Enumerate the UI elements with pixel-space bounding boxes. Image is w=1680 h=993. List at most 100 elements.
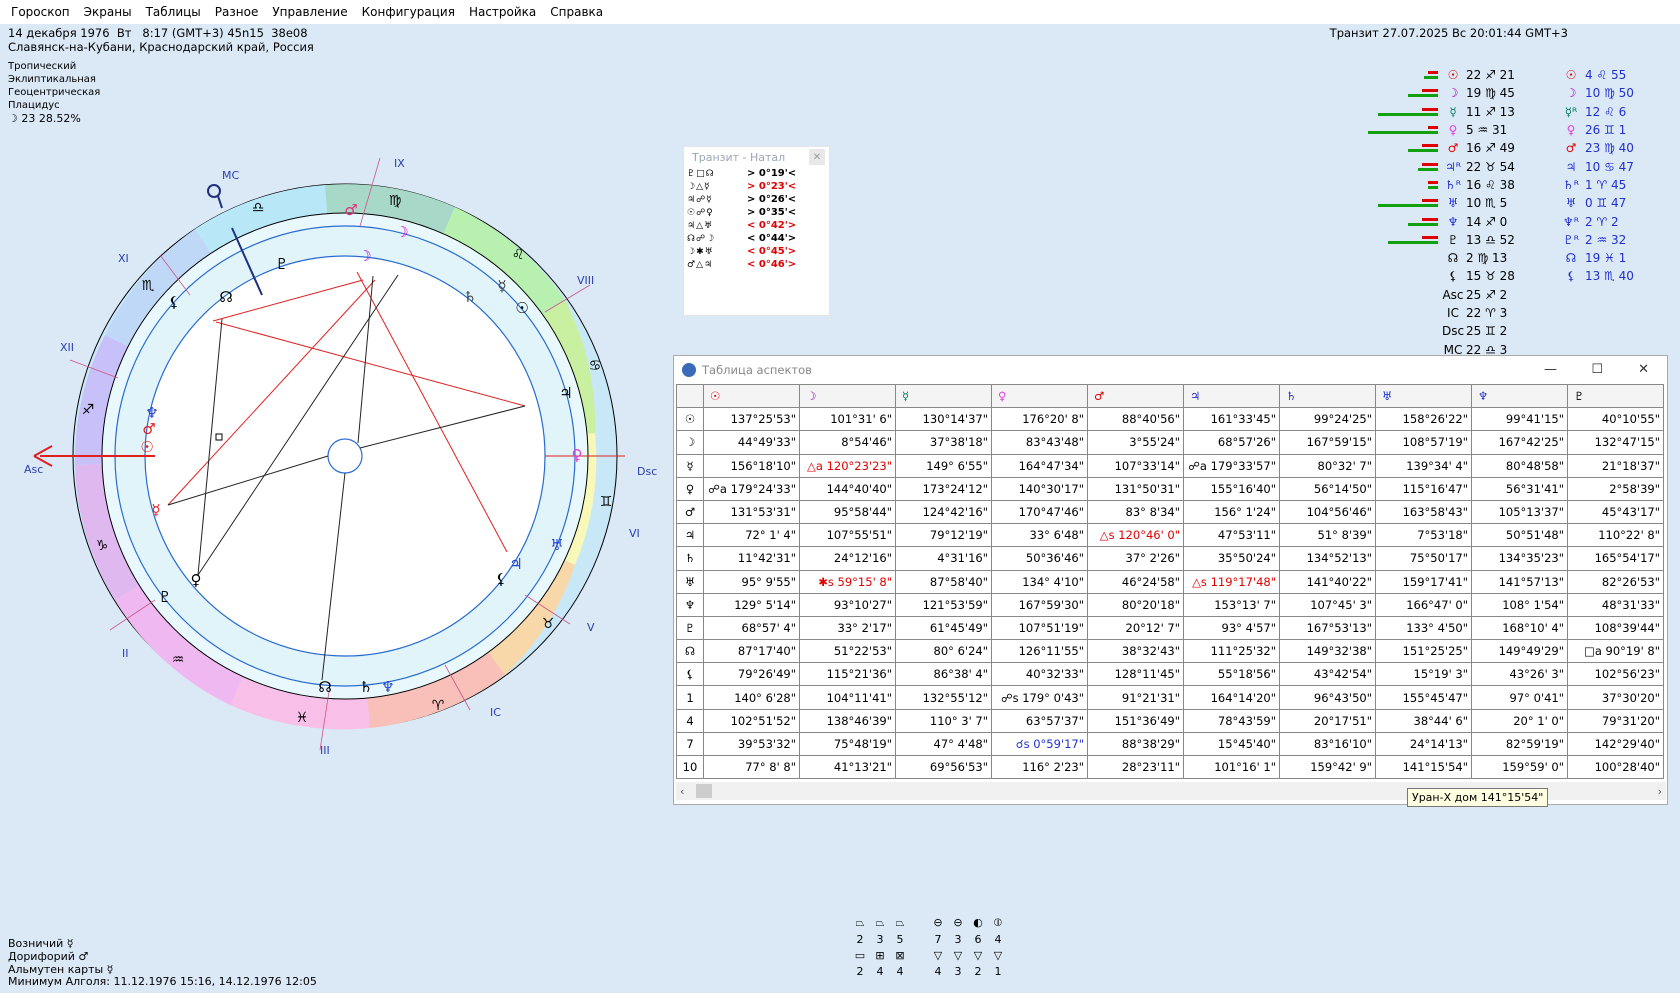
- table-cell[interactable]: 21°18'37": [1567, 453, 1664, 478]
- planet-row[interactable]: Dsc 25 ♊ 2: [1390, 322, 1680, 340]
- table-cell[interactable]: 132°55'12": [895, 685, 992, 710]
- table-cell[interactable]: 161°33'45": [1183, 407, 1280, 432]
- table-cell[interactable]: 105°13'37": [1471, 499, 1568, 525]
- table-cell[interactable]: 141°15'54": [1375, 754, 1472, 780]
- table-cell[interactable]: 2°58'39": [1567, 476, 1664, 501]
- table-cell[interactable]: 164°47'34": [991, 453, 1088, 478]
- table-cell[interactable]: 38°32'43": [1087, 639, 1184, 664]
- row-header[interactable]: ⚸: [676, 662, 704, 687]
- table-cell[interactable]: 139°34' 4": [1375, 453, 1472, 478]
- table-cell[interactable]: 88°40'56": [1087, 407, 1184, 432]
- table-cell[interactable]: 37°30'20": [1567, 685, 1664, 710]
- planet-row[interactable]: ☿ 11 ♐ 13 ☿ᴿ 12 ♌ 6: [1378, 103, 1680, 121]
- planet-row[interactable]: ☽ 19 ♍ 45 ☽ 10 ♍ 50: [1390, 84, 1680, 102]
- cross-square-icon[interactable]: ⊠: [890, 949, 910, 962]
- planet-row[interactable]: Asc 25 ♐ 2: [1390, 286, 1680, 304]
- table-cell[interactable]: 110°22' 8": [1567, 523, 1664, 548]
- menu-tables[interactable]: Таблицы: [139, 5, 208, 19]
- table-cell[interactable]: 108°57'19": [1375, 430, 1472, 455]
- circle-half-icon[interactable]: ⊖: [948, 916, 968, 930]
- table-cell[interactable]: 163°58'43": [1375, 499, 1472, 525]
- table-cell[interactable]: 121°53'59": [895, 592, 992, 617]
- table-cell[interactable]: 129° 5'14": [703, 592, 800, 617]
- table-cell[interactable]: 93° 4'57": [1183, 615, 1280, 641]
- table-cell[interactable]: ☍s 179° 0'43": [991, 685, 1088, 710]
- table-cell[interactable]: 50°36'46": [991, 546, 1088, 571]
- table-cell[interactable]: 93°10'27": [799, 592, 896, 617]
- table-cell[interactable]: 20° 1' 0": [1471, 708, 1568, 733]
- table-cell[interactable]: 170°47'46": [991, 499, 1088, 525]
- table-cell[interactable]: 107°33'14": [1087, 453, 1184, 478]
- table-cell[interactable]: 166°47' 0": [1375, 592, 1472, 617]
- planet-row[interactable]: ☉ 22 ♐ 21 ☉ 4 ♌ 55: [1390, 66, 1680, 84]
- table-cell[interactable]: 101°16' 1": [1183, 754, 1280, 780]
- table-cell[interactable]: 137°25'53": [703, 407, 800, 432]
- menu-misc[interactable]: Разное: [208, 5, 266, 19]
- table-cell[interactable]: 79°12'19": [895, 523, 992, 548]
- planet-row[interactable]: ♇ 13 ♎ 52 ♇ᴿ 2 ♒ 32: [1388, 231, 1680, 249]
- table-cell[interactable]: 38°44' 6": [1375, 708, 1472, 733]
- column-header[interactable]: ☉: [703, 383, 800, 409]
- triangle-icon[interactable]: ▽: [928, 949, 948, 962]
- table-cell[interactable]: 140°30'17": [991, 476, 1088, 501]
- table-cell[interactable]: 155°16'40": [1183, 476, 1280, 501]
- table-cell[interactable]: 39°53'32": [703, 731, 800, 757]
- menu-settings[interactable]: Настройка: [462, 5, 543, 19]
- table-cell[interactable]: 46°24'58": [1087, 569, 1184, 594]
- table-cell[interactable]: 95°58'44": [799, 499, 896, 525]
- table-cell[interactable]: 80°20'18": [1087, 592, 1184, 617]
- column-header[interactable]: ♇: [1567, 383, 1664, 409]
- table-cell[interactable]: 33° 6'48": [991, 523, 1088, 548]
- table-cell[interactable]: 167°53'13": [1279, 615, 1376, 641]
- table-cell[interactable]: 48°31'33": [1567, 592, 1664, 617]
- table-cell[interactable]: 134°52'13": [1279, 546, 1376, 571]
- table-cell[interactable]: 134° 4'10": [991, 569, 1088, 594]
- row-header[interactable]: ☿: [676, 453, 704, 478]
- table-cell[interactable]: 102°56'23": [1567, 662, 1664, 687]
- row-header[interactable]: ☽: [676, 430, 704, 455]
- table-cell[interactable]: 149°32'38": [1279, 639, 1376, 664]
- triangle-icon[interactable]: ▽: [968, 949, 988, 962]
- table-cell[interactable]: 77° 8' 8": [703, 754, 800, 780]
- table-cell[interactable]: 83° 8'34": [1087, 499, 1184, 525]
- menu-horoscope[interactable]: Гороскоп: [4, 5, 77, 19]
- table-cell[interactable]: 8°54'46": [799, 430, 896, 455]
- table-cell[interactable]: 47° 4'48": [895, 731, 992, 757]
- minimize-button[interactable]: —: [1544, 362, 1557, 377]
- rectangle-icon[interactable]: ▭: [850, 949, 870, 962]
- table-cell[interactable]: 95° 9'55": [703, 569, 800, 594]
- table-cell[interactable]: 159°17'41": [1375, 569, 1472, 594]
- table-cell[interactable]: 41°13'21": [799, 754, 896, 780]
- column-header[interactable]: ♂: [1087, 383, 1184, 409]
- menu-help[interactable]: Справка: [543, 5, 610, 19]
- table-cell[interactable]: 108°39'44": [1567, 615, 1664, 641]
- table-cell[interactable]: 43°26' 3": [1471, 662, 1568, 687]
- planet-row[interactable]: IC 22 ♈ 3: [1390, 304, 1680, 322]
- table-cell[interactable]: 24°14'13": [1375, 731, 1472, 757]
- row-header[interactable]: ♄: [676, 546, 704, 571]
- table-cell[interactable]: 99°41'15": [1471, 407, 1568, 432]
- table-cell[interactable]: 133° 4'50": [1375, 615, 1472, 641]
- table-cell[interactable]: 165°54'17": [1567, 546, 1664, 571]
- table-cell[interactable]: 63°57'37": [991, 708, 1088, 733]
- table-cell[interactable]: 110° 3' 7": [895, 708, 992, 733]
- table-cell[interactable]: 116° 2'23": [991, 754, 1088, 780]
- column-header[interactable]: ☿: [895, 383, 992, 409]
- table-cell[interactable]: 167°59'15": [1279, 430, 1376, 455]
- table-cell[interactable]: ☌s 0°59'17": [991, 731, 1088, 757]
- table-cell[interactable]: 168°10' 4": [1471, 615, 1568, 641]
- table-cell[interactable]: 151°36'49": [1087, 708, 1184, 733]
- table-cell[interactable]: 83°16'10": [1279, 731, 1376, 757]
- table-cell[interactable]: 156°18'10": [703, 453, 800, 478]
- table-cell[interactable]: 69°56'53": [895, 754, 992, 780]
- table-cell[interactable]: 40°32'33": [991, 662, 1088, 687]
- table-cell[interactable]: 144°40'40": [799, 476, 896, 501]
- scroll-right-icon[interactable]: ›: [1658, 785, 1662, 798]
- natal-wheel[interactable]: ♎ ♍ ♌ ♋ ♊ ♉ ♈ ♓ ♒ ♑ ♐ ♏ MC IX VIII Dsc VI V IC I…: [0, 140, 680, 780]
- table-cell[interactable]: 104°11'41": [799, 685, 896, 710]
- table-cell[interactable]: 96°43'50": [1279, 685, 1376, 710]
- table-cell[interactable]: 82°26'53": [1567, 569, 1664, 594]
- hatched-trapezoid-icon[interactable]: ⏢: [890, 916, 910, 930]
- table-cell[interactable]: 28°23'11": [1087, 754, 1184, 780]
- table-cell[interactable]: 141°40'22": [1279, 569, 1376, 594]
